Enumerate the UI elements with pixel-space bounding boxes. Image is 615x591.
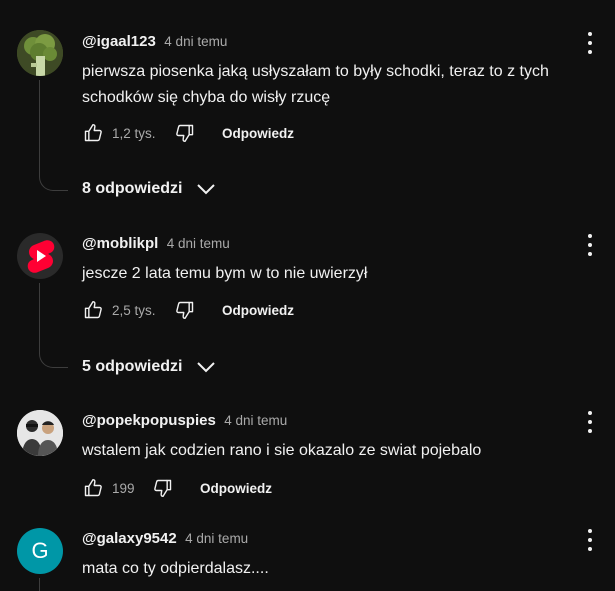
broccoli-icon [17,30,63,76]
comment-text: jescze 2 lata temu bym w to nie uwierzył [82,265,368,282]
comment-header: @popekpopuspies 4 dni temu [82,412,287,430]
more-actions-icon[interactable] [580,232,600,258]
replies-count: 5 odpowiedzi [82,358,183,375]
thread-line [39,283,40,353]
comment-time[interactable]: 4 dni temu [167,236,230,251]
shorts-logo-icon [27,240,55,273]
comment-text: mata co ty odpierdalasz.... [82,560,269,577]
thread-curve [39,176,68,191]
more-actions-icon[interactable] [580,409,600,435]
dislike-icon[interactable] [174,122,196,144]
thread-curve [39,353,68,368]
avatar[interactable] [17,30,63,76]
avatar[interactable]: G [17,528,63,574]
reply-button[interactable]: Odpowiedz [222,126,294,141]
more-actions-icon[interactable] [580,527,600,553]
avatar[interactable] [17,233,63,279]
dislike-icon[interactable] [174,299,196,321]
comment-time[interactable]: 4 dni temu [185,531,248,546]
view-replies-button[interactable]: 5 odpowiedzi [82,358,216,376]
avatar[interactable] [17,410,63,456]
comment-actions: 2,5 tys. Odpowiedz [82,298,294,322]
people-photo-icon [17,410,63,456]
reply-button[interactable]: Odpowiedz [200,481,272,496]
comment-time[interactable]: 4 dni temu [224,413,287,428]
thread-line [39,80,40,176]
dislike-icon[interactable] [152,477,174,499]
comment-text: wstalem jak codzien rano i sie okazalo z… [82,442,482,459]
reply-button[interactable]: Odpowiedz [222,303,294,318]
comment-header: @igaal123 4 dni temu [82,33,227,51]
comment-actions: 1,2 tys. Odpowiedz [82,121,294,145]
like-count: 199 [112,480,135,496]
comment-actions: 199 Odpowiedz [82,476,272,500]
comment-author[interactable]: @popekpopuspies [82,412,216,429]
like-icon[interactable] [82,122,104,144]
like-count: 1,2 tys. [112,125,156,141]
comment-header: @moblikpl 4 dni temu [82,235,230,253]
like-count: 2,5 tys. [112,302,156,318]
thread-line [39,578,40,591]
view-replies-button[interactable]: 8 odpowiedzi [82,180,216,198]
comment-text: pierwsza piosenka jaką usłyszałam to był… [82,63,549,106]
more-actions-icon[interactable] [580,30,600,56]
comment-author[interactable]: @galaxy9542 [82,530,177,547]
avatar-letter: G [31,538,49,563]
comment-author[interactable]: @moblikpl [82,235,158,252]
like-icon[interactable] [82,477,104,499]
comment-author[interactable]: @igaal123 [82,33,156,50]
replies-count: 8 odpowiedzi [82,180,183,197]
chevron-down-icon [196,360,216,374]
comment-time[interactable]: 4 dni temu [164,34,227,49]
chevron-down-icon [196,182,216,196]
like-icon[interactable] [82,299,104,321]
comment-header: @galaxy9542 4 dni temu [82,530,248,548]
